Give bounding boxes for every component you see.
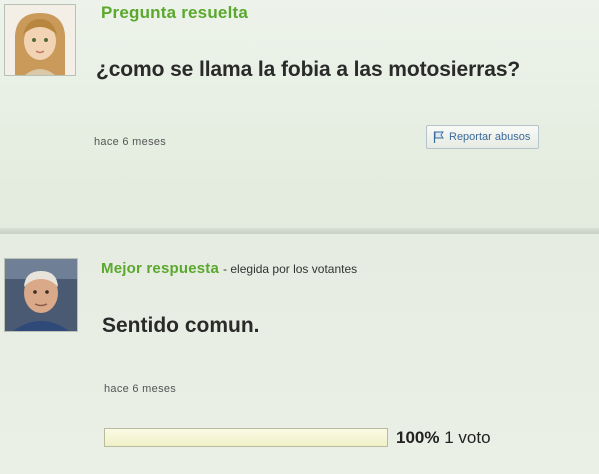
report-abuse-label: Reportar abusos [449, 131, 531, 143]
question-text: ¿como se llama la fobia a las motosierra… [96, 58, 521, 81]
answer-timestamp: hace 6 meses [104, 383, 177, 395]
question-timestamp: hace 6 meses [94, 136, 167, 148]
best-answer-section: Mejor respuesta - elegida por los votant… [0, 234, 599, 474]
vote-count: 1 voto [444, 428, 491, 447]
man-avatar-icon [5, 259, 77, 331]
vote-progress-fill [105, 429, 387, 446]
report-abuse-button[interactable]: Reportar abusos [426, 125, 540, 149]
asker-avatar[interactable] [4, 4, 76, 76]
vote-percent: 100% [396, 428, 440, 447]
flag-icon [433, 131, 444, 143]
vote-progress-bar [104, 428, 388, 447]
question-section: Pregunta resuelta ¿como se llama la fobi… [0, 0, 599, 228]
girl-avatar-icon [5, 5, 75, 75]
best-answer-title: Mejor respuesta [101, 260, 220, 277]
question-status-title: Pregunta resuelta [101, 3, 249, 22]
answer-text: Sentido comun. [102, 314, 260, 337]
best-answer-subtitle: - elegida por los votantes [223, 262, 358, 276]
vote-info: 100% 1 voto [396, 428, 491, 448]
answerer-avatar[interactable] [4, 258, 78, 332]
best-answer-header: Mejor respuesta - elegida por los votant… [101, 260, 357, 277]
